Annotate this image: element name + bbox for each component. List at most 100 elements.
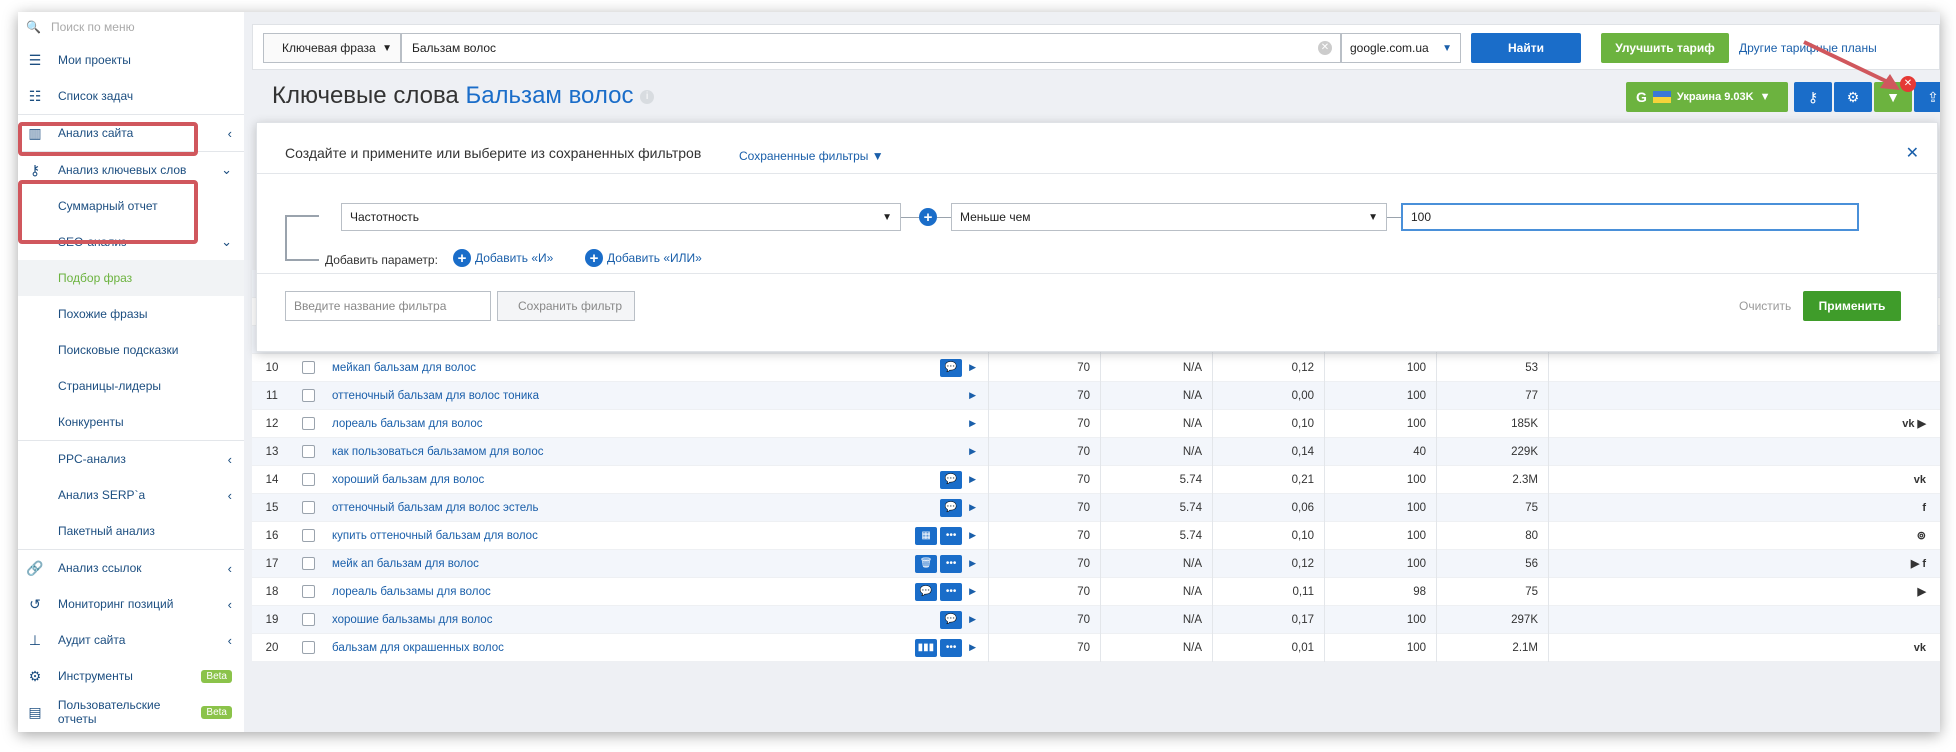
info-icon[interactable]: i <box>640 89 655 104</box>
sidebar-item-similar-phrases[interactable]: Похожие фразы <box>18 296 244 332</box>
mode-select[interactable]: Ключевая фраза ▼ <box>263 33 401 63</box>
table-row[interactable]: 17 мейк ап бальзам для волос 🗑 ••• ▶ 70 N/A 0,1… <box>252 549 1940 578</box>
table-row[interactable]: 12 лореаль бальзам для волос ▶ 70 N/A 0,10 100… <box>252 409 1940 438</box>
expand-arrow-icon[interactable]: ▶ <box>969 474 976 485</box>
serp-feature-icon[interactable]: 💬 <box>940 498 963 517</box>
sidebar-item-competitors[interactable]: Конкуренты <box>18 404 244 440</box>
keyword-link[interactable]: лореаль бальзамы для волос <box>332 586 491 598</box>
expand-arrow-icon[interactable]: ▶ <box>969 390 976 401</box>
clear-button[interactable]: Очистить <box>1739 299 1791 313</box>
row-checkbox[interactable] <box>301 501 315 514</box>
row-checkbox-cell[interactable] <box>292 585 324 598</box>
serp-feature-icon[interactable]: ▦ <box>915 526 938 545</box>
clear-icon[interactable]: ✕ <box>1318 41 1332 55</box>
row-checkbox-cell[interactable] <box>292 445 324 458</box>
expand-arrow-icon[interactable]: ▶ <box>969 586 976 597</box>
table-row[interactable]: 15 оттеночный бальзам для волос эстель 💬 ▶ 7… <box>252 493 1940 522</box>
table-row[interactable]: 16 купить оттеночный бальзам для волос ▦ ••… <box>252 521 1940 550</box>
condition-select[interactable]: Меньше чем ▼ <box>951 203 1387 231</box>
expand-arrow-icon[interactable]: ▶ <box>969 530 976 541</box>
row-checkbox-cell[interactable] <box>292 557 324 570</box>
sidebar-item-projects[interactable]: ☰ Мои проекты <box>18 42 244 78</box>
serp-feature-icon[interactable]: 💬 <box>915 582 938 601</box>
row-checkbox[interactable] <box>301 445 315 458</box>
keyword-link[interactable]: мейкап бальзам для волос <box>332 362 476 374</box>
serp-feature-icon[interactable]: ••• <box>940 526 963 545</box>
keyword-link[interactable]: лореаль бальзам для волос <box>332 418 482 430</box>
serp-feature-icon[interactable]: ▮▮▮ <box>914 638 938 657</box>
keyword-link[interactable]: оттеночный бальзам для волос тоника <box>332 390 539 402</box>
expand-arrow-icon[interactable]: ▶ <box>969 558 976 569</box>
sidebar-item-leader-pages[interactable]: Страницы-лидеры <box>18 368 244 404</box>
table-row[interactable]: 13 как пользоваться бальзамом для волос ▶ 7… <box>252 437 1940 466</box>
table-row[interactable]: 20 бальзам для окрашенных волос ▮▮▮ ••• ▶ 70 N… <box>252 633 1940 662</box>
close-icon[interactable]: ✕ <box>1906 143 1919 163</box>
region-select[interactable]: G Украина 9.03K ▼ <box>1626 82 1788 112</box>
search-button[interactable]: Найти <box>1471 33 1581 63</box>
expand-arrow-icon[interactable]: ▶ <box>969 614 976 625</box>
row-checkbox-cell[interactable] <box>292 417 324 430</box>
keyword-link[interactable]: хорошие бальзамы для волос <box>332 614 492 626</box>
add-condition-icon[interactable]: + <box>919 208 937 226</box>
row-checkbox[interactable] <box>301 585 315 598</box>
expand-arrow-icon[interactable]: ▶ <box>969 642 976 653</box>
serp-feature-icon[interactable]: ••• <box>940 554 963 573</box>
row-checkbox[interactable] <box>301 417 315 430</box>
menu-search[interactable]: 🔍 Поиск по меню <box>18 12 244 42</box>
row-checkbox-cell[interactable] <box>292 389 324 402</box>
sidebar-item-batch[interactable]: Пакетный анализ <box>18 513 244 549</box>
keyword-link[interactable]: мейк ап бальзам для волос <box>332 558 479 570</box>
row-checkbox[interactable] <box>301 529 315 542</box>
upgrade-button[interactable]: Улучшить тариф <box>1601 33 1729 63</box>
serp-feature-icon[interactable]: 💬 <box>940 610 963 629</box>
add-or-button[interactable]: + Добавить «ИЛИ» <box>585 249 702 267</box>
sidebar-item-tasks[interactable]: ☷ Список задач <box>18 78 244 114</box>
keyword-link[interactable]: купить оттеночный бальзам для волос <box>332 530 538 542</box>
sidebar-item-audit[interactable]: ⊥ Аудит сайта ‹ <box>18 622 244 658</box>
sidebar-item-monitoring[interactable]: ↺ Мониторинг позиций ‹ <box>18 586 244 622</box>
row-checkbox[interactable] <box>301 613 315 626</box>
param-select[interactable]: Частотность ▼ <box>341 203 901 231</box>
keyword-link[interactable]: бальзам для окрашенных волос <box>332 642 504 654</box>
menu-search-input[interactable]: Поиск по меню <box>51 20 135 34</box>
expand-arrow-icon[interactable]: ▶ <box>969 502 976 513</box>
serp-feature-icon[interactable]: ••• <box>940 582 963 601</box>
serp-feature-icon[interactable]: 💬 <box>940 358 963 377</box>
row-checkbox[interactable] <box>301 641 315 654</box>
expand-arrow-icon[interactable]: ▶ <box>969 446 976 457</box>
sidebar-item-custom-reports[interactable]: ▤ Пользовательские отчеты Beta <box>18 694 244 730</box>
table-row[interactable]: 10 мейкап бальзам для волос 💬 ▶ 70 N/A 0,12 100… <box>252 353 1940 382</box>
serp-feature-icon[interactable]: ••• <box>940 638 963 657</box>
filter-name-input[interactable]: Введите название фильтра <box>285 291 491 321</box>
row-checkbox-cell[interactable] <box>292 473 324 486</box>
table-row[interactable]: 11 оттеночный бальзам для волос тоника ▶ 70… <box>252 381 1940 410</box>
expand-arrow-icon[interactable]: ▶ <box>969 362 976 373</box>
row-checkbox[interactable] <box>301 361 315 374</box>
row-checkbox[interactable] <box>301 557 315 570</box>
serp-feature-icon[interactable]: 💬 <box>940 470 963 489</box>
sidebar-item-serp[interactable]: Анализ SERP`a ‹ <box>18 477 244 513</box>
sidebar-item-ppc[interactable]: PPC-анализ ‹ <box>18 441 244 477</box>
table-row[interactable]: 14 хороший бальзам для волос 💬 ▶ 70 5.74 0,21 1… <box>252 465 1940 494</box>
sidebar-item-search-hints[interactable]: Поисковые подсказки <box>18 332 244 368</box>
filter-value-input[interactable]: 100 <box>1401 203 1859 231</box>
row-checkbox[interactable] <box>301 389 315 402</box>
sidebar-item-links[interactable]: 🔗 Анализ ссылок ‹ <box>18 550 244 586</box>
serp-feature-icon[interactable]: 🗑 <box>915 554 938 573</box>
export-icon[interactable]: ⇪ <box>1914 82 1940 112</box>
query-input[interactable]: Бальзам волос ✕ <box>401 33 1341 63</box>
keyword-link[interactable]: хороший бальзам для волос <box>332 474 484 486</box>
keyword-link[interactable]: как пользоваться бальзамом для волос <box>332 446 544 458</box>
add-and-button[interactable]: + Добавить «И» <box>453 249 553 267</box>
row-checkbox[interactable] <box>301 473 315 486</box>
row-checkbox-cell[interactable] <box>292 361 324 374</box>
save-filter-button[interactable]: Сохранить фильтр <box>497 291 635 321</box>
keyword-link[interactable]: оттеночный бальзам для волос эстель <box>332 502 538 514</box>
table-row[interactable]: 19 хорошие бальзамы для волос 💬 ▶ 70 N/A 0,17 1… <box>252 605 1940 634</box>
row-checkbox-cell[interactable] <box>292 529 324 542</box>
sidebar-item-phrase-selection[interactable]: Подбор фраз <box>18 260 244 296</box>
apply-button[interactable]: Применить <box>1803 291 1901 321</box>
expand-arrow-icon[interactable]: ▶ <box>969 418 976 429</box>
row-checkbox-cell[interactable] <box>292 501 324 514</box>
table-row[interactable]: 18 лореаль бальзамы для волос 💬 ••• ▶ 70 N/A 0,… <box>252 577 1940 606</box>
